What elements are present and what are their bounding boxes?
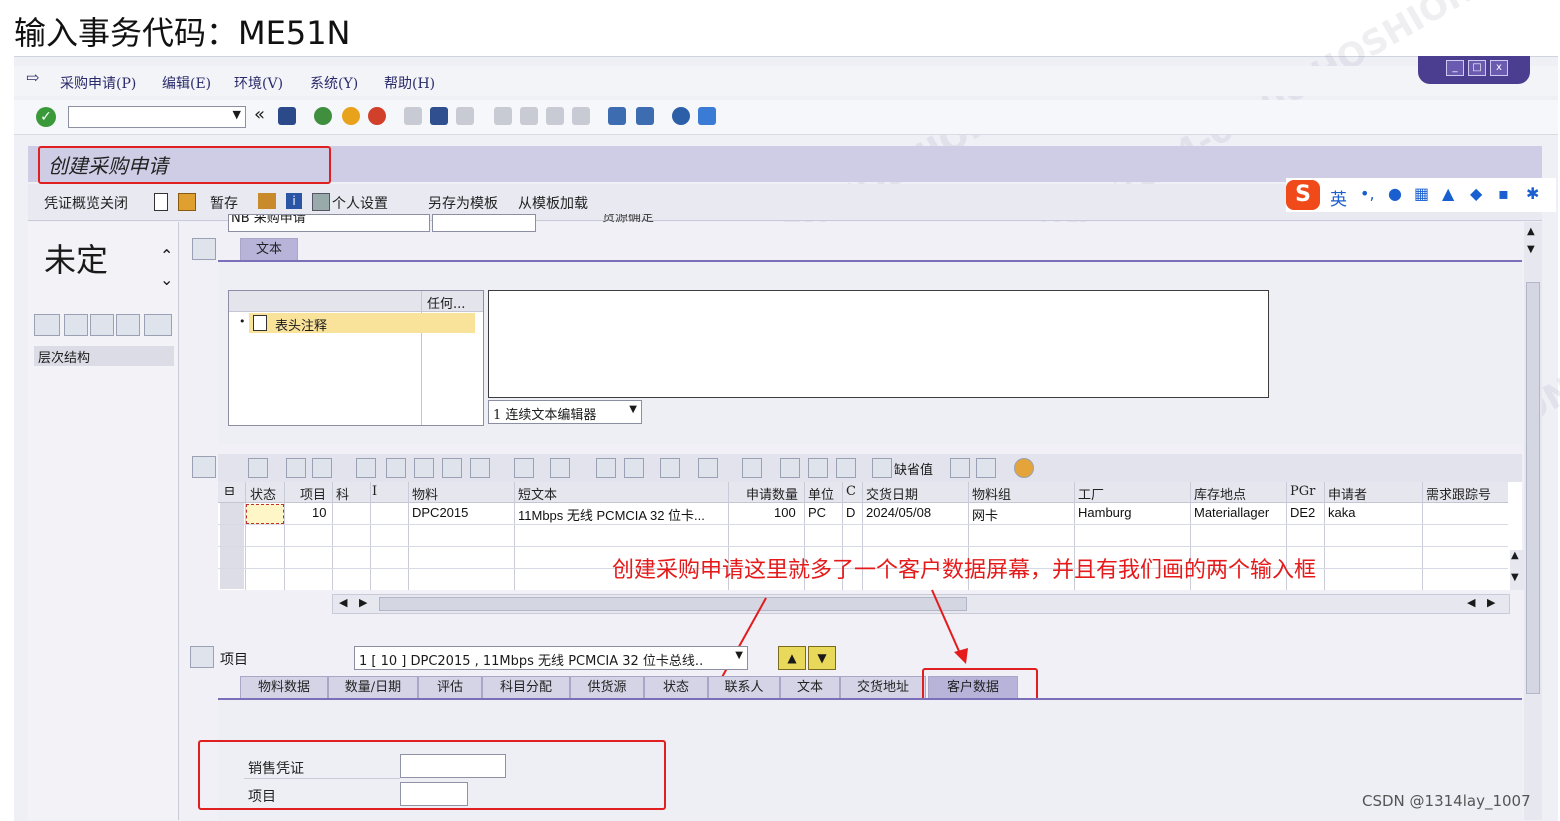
item-detail-label: 项目 [220, 652, 248, 668]
tab-status[interactable]: 状态 [644, 676, 708, 699]
tab-quantity-date[interactable]: 数量/日期 [328, 676, 418, 699]
chevron-down-icon[interactable]: ▼ [735, 650, 743, 661]
tab-valuation[interactable]: 评估 [418, 676, 482, 699]
arrow-to-tab [931, 589, 963, 659]
arrow-head-icon [954, 648, 968, 664]
tab-delivery-address[interactable]: 交货地址 [840, 676, 926, 699]
previous-item-icon[interactable]: ▲ [778, 646, 806, 670]
scroll-up-icon[interactable]: ▲ [1527, 226, 1535, 237]
highlight-fields-box [198, 740, 666, 810]
item-select[interactable]: 1 [ 10 ] DPC2015 , 11Mbps 无线 PCMCIA 32 位… [354, 646, 748, 670]
tab-material-data[interactable]: 物料数据 [240, 676, 328, 699]
main-vertical-scrollbar[interactable]: ▲ ▼ [1524, 222, 1542, 820]
collapse-item-detail-icon[interactable] [190, 646, 214, 668]
next-item-icon[interactable]: ▼ [808, 646, 836, 670]
tab-contact[interactable]: 联系人 [708, 676, 780, 699]
scroll-thumb[interactable] [1526, 282, 1540, 694]
scroll-down-icon[interactable]: ▼ [1527, 244, 1535, 255]
tab-text[interactable]: 文本 [780, 676, 840, 699]
item-select-value: 1 [ 10 ] DPC2015 , 11Mbps 无线 PCMCIA 32 位… [359, 654, 704, 669]
tab-source[interactable]: 供货源 [570, 676, 644, 699]
tab-account-assignment[interactable]: 科目分配 [482, 676, 570, 699]
footer-credit: CSDN @1314lay_1007 [1362, 792, 1531, 810]
